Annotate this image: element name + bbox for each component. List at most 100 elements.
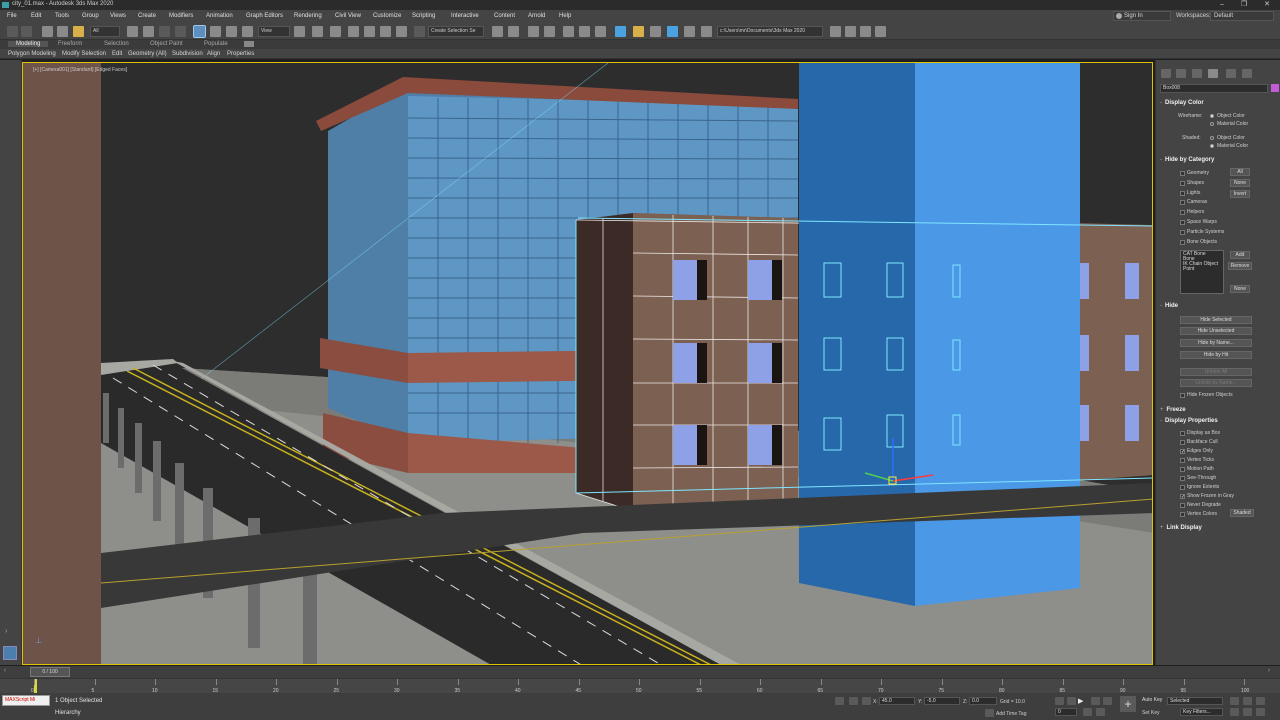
render-setup-icon[interactable] [633, 26, 644, 37]
hide-by-name-button[interactable]: Hide by Name... [1180, 339, 1252, 347]
tab-selection[interactable]: Selection [104, 41, 129, 47]
modify-tab-icon[interactable] [1176, 69, 1186, 78]
panel-edit[interactable]: Edit [112, 51, 122, 57]
set-key-icon[interactable]: + [1120, 696, 1136, 712]
zoom-all-icon[interactable] [1243, 697, 1252, 705]
hide-unselected-button[interactable]: Hide Unselected [1180, 327, 1252, 335]
unhide-by-name-button[interactable]: Unhide by Name... [1180, 379, 1252, 387]
key-filters-button[interactable]: Key Filters... [1180, 708, 1223, 716]
panel-polygon-modeling[interactable]: Polygon Modeling [8, 51, 56, 57]
backface-cull-checkbox[interactable] [1180, 440, 1185, 445]
set-key-button[interactable]: Set Key [1142, 710, 1160, 716]
tab-freeform[interactable]: Freeform [58, 41, 82, 47]
select-object-icon[interactable] [127, 26, 138, 37]
key-selection-set-dropdown[interactable]: Selected [1167, 697, 1223, 705]
vertex-ticks-checkbox[interactable] [1180, 458, 1185, 463]
rollout-hide-by-category[interactable]: - Hide by Category [1160, 157, 1214, 163]
vertex-colors-checkbox[interactable] [1180, 512, 1185, 517]
menu-scripting[interactable]: Scripting [412, 13, 435, 19]
menu-modifiers[interactable]: Modifiers [169, 13, 193, 19]
create-project-icon[interactable] [860, 26, 871, 37]
sign-in-dropdown[interactable]: Sign In [1113, 11, 1171, 21]
render-production-icon[interactable] [667, 26, 678, 37]
play-icon[interactable]: ▶ [1078, 697, 1083, 705]
time-config-icon[interactable] [1096, 708, 1105, 716]
rectangular-region-icon[interactable] [159, 26, 170, 37]
unlink-icon[interactable] [57, 26, 68, 37]
selection-filter-dropdown[interactable]: All [90, 26, 120, 37]
panel-align[interactable]: Align [207, 51, 220, 57]
y-field[interactable]: -5.0 [924, 697, 960, 705]
menu-civil-view[interactable]: Civil View [335, 13, 361, 19]
project-settings-icon[interactable] [875, 26, 886, 37]
select-manipulate-icon[interactable] [312, 26, 323, 37]
show-frozen-in-gray-checkbox[interactable]: ✓ [1180, 494, 1185, 500]
hierarchy-tab-icon[interactable] [1192, 69, 1202, 78]
angle-snap-icon[interactable] [364, 26, 375, 37]
rollout-display-properties[interactable]: - Display Properties [1160, 418, 1218, 424]
menu-content[interactable]: Content [494, 13, 515, 19]
material-editor-icon[interactable] [615, 26, 626, 37]
category-all-button[interactable]: All [1230, 168, 1250, 176]
utilities-tab-icon[interactable] [1242, 69, 1252, 78]
absolute-mode-icon[interactable] [862, 697, 871, 705]
hide-frozen-objects-checkbox[interactable] [1180, 393, 1185, 398]
layer-explorer-icon[interactable] [544, 26, 555, 37]
object-color-swatch[interactable] [1271, 84, 1279, 92]
rollout-link-display[interactable]: + Link Display [1160, 525, 1202, 531]
select-and-scale-icon[interactable] [226, 26, 237, 37]
link-icon[interactable] [42, 26, 53, 37]
workspace-select[interactable]: Default [1210, 11, 1274, 21]
key-mode-icon[interactable] [1083, 708, 1092, 716]
menu-animation[interactable]: Animation [206, 13, 233, 19]
percent-snap-icon[interactable] [380, 26, 391, 37]
hide-cameras-checkbox[interactable] [1180, 200, 1185, 205]
named-selection-dropdown[interactable]: Create Selection Se [428, 26, 484, 37]
go-to-start-icon[interactable] [1055, 697, 1064, 705]
object-name-field[interactable]: Box008 [1160, 84, 1268, 93]
time-slider-knob[interactable]: 0 / 100 [30, 667, 70, 677]
scene-explorer-icon[interactable] [528, 26, 539, 37]
pan-view-icon[interactable] [1243, 708, 1252, 716]
ribbon-toggle-icon[interactable] [244, 41, 254, 47]
a360-gallery-icon[interactable] [701, 26, 712, 37]
hide-space-warps-checkbox[interactable] [1180, 220, 1185, 225]
hide-by-hit-button[interactable]: Hide by Hit [1180, 351, 1252, 359]
time-tag-icon[interactable] [985, 709, 994, 717]
menu-tools[interactable]: Tools [55, 13, 69, 19]
undo-icon[interactable] [7, 26, 18, 37]
go-to-end-icon[interactable] [1103, 697, 1112, 705]
window-crossing-icon[interactable] [175, 26, 186, 37]
viewport-label[interactable]: [+] [Camera001] [Standard] [Edged Faces] [33, 67, 127, 73]
zoom-extents-icon[interactable] [1256, 697, 1265, 705]
hide-selected-button[interactable]: Hide Selected [1180, 316, 1252, 324]
snaps-toggle-icon[interactable] [348, 26, 359, 37]
menu-rendering[interactable]: Rendering [294, 13, 322, 19]
edit-named-selection-icon[interactable] [414, 26, 425, 37]
create-tab-icon[interactable] [1161, 69, 1171, 78]
menu-customize[interactable]: Customize [373, 13, 401, 19]
category-none-button[interactable]: None [1230, 179, 1250, 187]
shaded-material-color-radio[interactable] [1210, 144, 1214, 148]
wireframe-object-color-radio[interactable] [1210, 114, 1214, 118]
vertex-colors-shaded-button[interactable]: Shaded [1230, 509, 1254, 517]
viewport-layout-tab[interactable] [3, 646, 17, 660]
align-icon[interactable] [508, 26, 519, 37]
slider-next-icon[interactable]: › [1268, 668, 1270, 674]
select-and-move-icon[interactable] [193, 25, 206, 38]
orbit-icon[interactable] [1256, 708, 1265, 716]
mirror-icon[interactable] [492, 26, 503, 37]
category-add-button[interactable]: Add [1230, 251, 1250, 259]
motion-path-checkbox[interactable] [1180, 467, 1185, 472]
motion-tab-icon[interactable] [1208, 69, 1218, 78]
tab-populate[interactable]: Populate [204, 41, 228, 47]
menu-graph-editors[interactable]: Graph Editors [246, 13, 283, 19]
hide-lights-checkbox[interactable] [1180, 191, 1185, 196]
list-item[interactable]: Point [1183, 267, 1221, 272]
ribbon-toggle-icon[interactable] [563, 26, 574, 37]
shaded-object-color-radio[interactable] [1210, 136, 1214, 140]
select-and-rotate-icon[interactable] [210, 26, 221, 37]
maximize-button[interactable]: ❐ [1233, 0, 1255, 10]
minimize-button[interactable]: – [1211, 0, 1233, 10]
hide-particle-systems-checkbox[interactable] [1180, 230, 1185, 235]
